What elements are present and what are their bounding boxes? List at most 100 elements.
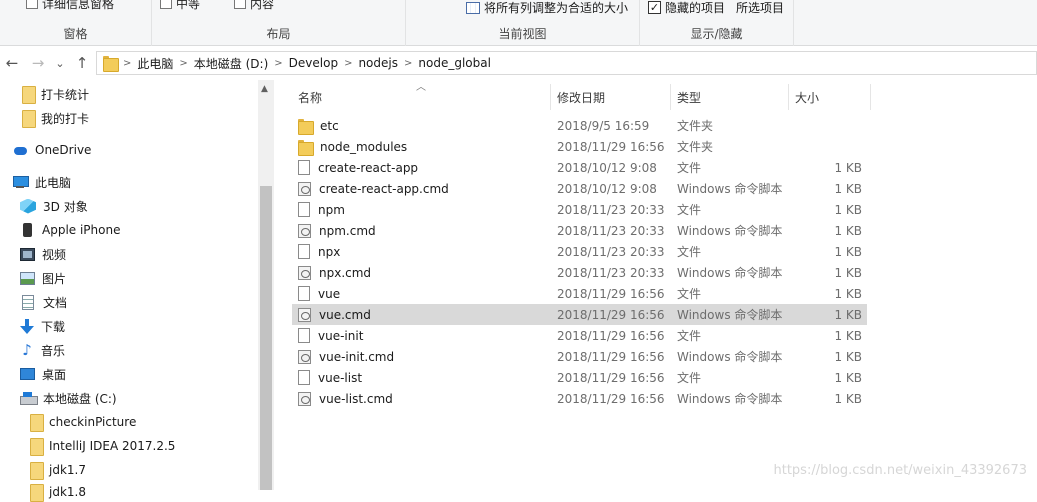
tree-item-music[interactable]: ♪ 音乐 <box>20 340 65 360</box>
tree-item-intellij[interactable]: IntelliJ IDEA 2017.2.5 <box>30 436 175 456</box>
file-name-cell: vue-init <box>298 325 363 346</box>
file-size-cell: 1 KB <box>834 244 862 259</box>
file-row[interactable]: vue-init 2018/11/29 16:56 文件 1 KB <box>292 325 867 346</box>
tree-item-jdk17[interactable]: jdk1.7 <box>30 460 86 480</box>
medium-icons-icon <box>160 0 172 9</box>
back-arrow-icon: ← <box>5 54 19 72</box>
file-name: create-react-app <box>318 160 419 175</box>
tree-item-label: checkinPicture <box>49 415 137 429</box>
file-icon <box>298 244 310 259</box>
column-header-size[interactable]: 大小 <box>789 84 871 110</box>
breadcrumb-this-pc[interactable]: 此电脑 <box>137 55 173 72</box>
file-row[interactable]: etc 2018/9/5 16:59 文件夹 <box>292 115 867 136</box>
file-modified-cell: 2018/11/23 20:33 <box>557 265 665 280</box>
file-type-cell: 文件夹 <box>677 119 714 133</box>
tree-item-downloads[interactable]: 下载 <box>20 316 65 336</box>
folder-icon <box>30 484 44 502</box>
file-name: npx.cmd <box>319 265 372 280</box>
file-name: vue-init <box>318 328 364 343</box>
file-row[interactable]: npm 2018/11/23 20:33 文件 1 KB <box>292 199 867 220</box>
file-name-cell: vue-init.cmd <box>298 346 394 367</box>
file-row[interactable]: create-react-app 2018/10/12 9:08 文件 1 KB <box>292 157 867 178</box>
folder-icon <box>30 462 44 480</box>
file-name: npx <box>318 244 341 259</box>
tree-item-drive-c[interactable]: 本地磁盘 (C:) <box>20 388 117 408</box>
tree-item-apple-iphone[interactable]: Apple iPhone <box>20 220 120 240</box>
file-name: vue-list <box>318 370 363 385</box>
file-row[interactable]: npx.cmd 2018/11/23 20:33 Windows 命令脚本 1 … <box>292 262 867 283</box>
recent-locations-button[interactable]: ⌄ <box>50 53 70 73</box>
tree-item-videos[interactable]: 视频 <box>20 244 66 264</box>
column-header-type[interactable]: 类型 <box>671 84 789 110</box>
breadcrumb-develop[interactable]: Develop <box>289 56 338 70</box>
file-icon <box>298 328 310 343</box>
breadcrumb-drive-d[interactable]: 本地磁盘 (D:) <box>194 55 268 72</box>
tree-item-pictures[interactable]: 图片 <box>20 268 66 288</box>
tree-item-punch-stats[interactable]: 打卡统计 <box>22 84 89 104</box>
3d-objects-icon <box>20 198 36 214</box>
file-name-cell: npx <box>298 241 340 262</box>
file-type-cell: Windows 命令脚本 <box>677 224 783 238</box>
file-name-cell: node_modules <box>298 136 407 157</box>
column-header-modified[interactable]: 修改日期 <box>551 84 671 110</box>
scroll-up-icon[interactable]: ▲ <box>261 84 268 94</box>
cmd-script-icon <box>298 307 311 322</box>
file-row[interactable]: vue-init.cmd 2018/11/29 16:56 Windows 命令… <box>292 346 867 367</box>
up-button[interactable]: ↑ <box>72 53 92 73</box>
tree-item-my-punch[interactable]: 我的打卡 <box>22 108 89 128</box>
forward-button[interactable]: → <box>28 53 48 73</box>
desktop-icon <box>20 368 35 380</box>
tree-item-label: 本地磁盘 (C:) <box>43 391 117 406</box>
file-row[interactable]: node_modules 2018/11/29 16:56 文件夹 <box>292 136 867 157</box>
tree-item-3d-objects[interactable]: 3D 对象 <box>20 196 88 216</box>
file-row[interactable]: vue 2018/11/29 16:56 文件 1 KB <box>292 283 867 304</box>
file-icon <box>298 202 310 217</box>
panes-group-label: 窗格 <box>63 27 88 41</box>
file-modified-cell: 2018/9/5 16:59 <box>557 118 650 133</box>
layout-medium-option[interactable]: 中等 <box>160 0 200 12</box>
file-modified-cell: 2018/11/29 16:56 <box>557 391 665 406</box>
file-row[interactable]: npm.cmd 2018/11/23 20:33 Windows 命令脚本 1 … <box>292 220 867 241</box>
checkmark-icon: ✓ <box>648 1 661 14</box>
chevron-down-icon: ⌄ <box>55 56 65 70</box>
file-row[interactable]: npx 2018/11/23 20:33 文件 1 KB <box>292 241 867 262</box>
layout-group-label: 布局 <box>266 27 291 41</box>
file-row[interactable]: create-react-app.cmd 2018/10/12 9:08 Win… <box>292 178 867 199</box>
file-row[interactable]: vue-list.cmd 2018/11/29 16:56 Windows 命令… <box>292 388 867 409</box>
tree-item-documents[interactable]: 文档 <box>20 292 67 312</box>
tree-item-label: 音乐 <box>41 343 66 358</box>
tree-item-checkinpicture[interactable]: checkinPicture <box>30 412 136 432</box>
tree-item-label: 文档 <box>43 295 68 310</box>
layout-content-option[interactable]: 内容 <box>234 0 274 12</box>
chevron-right-icon: > <box>123 57 132 69</box>
file-modified-cell: 2018/11/29 16:56 <box>557 286 665 301</box>
tree-item-this-pc[interactable]: 此电脑 <box>12 172 71 192</box>
hidden-items-checkbox[interactable]: ✓ 隐藏的项目 <box>648 0 725 16</box>
navigation-pane-scrollbar[interactable]: ▲ <box>258 80 274 490</box>
fit-columns-icon <box>466 1 480 14</box>
file-name-cell: vue-list <box>298 367 362 388</box>
file-type-cell: 文件 <box>677 203 702 217</box>
layout-content-label: 内容 <box>250 0 275 11</box>
scrollbar-thumb[interactable] <box>260 186 272 490</box>
file-type-cell: Windows 命令脚本 <box>677 308 783 322</box>
address-bar[interactable]: > 此电脑 > 本地磁盘 (D:) > Develop > nodejs > n… <box>96 51 1037 75</box>
file-type-cell: 文件 <box>677 371 702 385</box>
file-row[interactable]: vue-list 2018/11/29 16:56 文件 1 KB <box>292 367 867 388</box>
back-button[interactable]: ← <box>2 53 22 73</box>
tree-item-onedrive[interactable]: OneDrive <box>12 140 91 160</box>
details-pane-label: 详细信息窗格 <box>42 0 115 11</box>
breadcrumb-nodejs[interactable]: nodejs <box>358 56 398 70</box>
folder-icon <box>30 438 44 456</box>
breadcrumb-node-global[interactable]: node_global <box>418 56 491 70</box>
fit-columns-button[interactable]: 将所有列调整为合适的大小 <box>466 0 628 16</box>
tree-item-jdk18[interactable]: jdk1.8 <box>30 482 86 502</box>
file-modified-cell: 2018/11/23 20:33 <box>557 202 665 217</box>
phone-icon <box>23 223 32 237</box>
tree-item-label: jdk1.8 <box>49 485 86 499</box>
column-header-name[interactable]: 名称 <box>292 84 551 110</box>
tree-item-desktop[interactable]: 桌面 <box>20 364 66 384</box>
hide-selected-button[interactable]: 所选项目 <box>736 0 784 16</box>
details-pane-button[interactable]: 详细信息窗格 <box>26 0 114 12</box>
file-row[interactable]: vue.cmd 2018/11/29 16:56 Windows 命令脚本 1 … <box>292 304 867 325</box>
